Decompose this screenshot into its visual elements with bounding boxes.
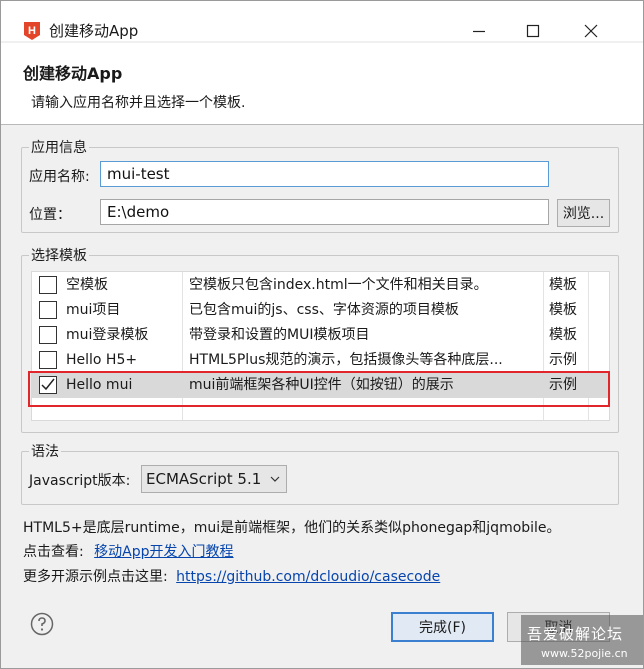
template-description: mui前端框架各种UI控件（如按钮）的展示 [189,377,454,393]
checkmark-icon [41,378,55,391]
hbuilder-logo-icon: H [24,22,40,40]
template-description: 带登录和设置的MUI模板项目 [189,327,370,343]
template-name: Hello mui [66,377,133,393]
template-name: 空模板 [66,277,108,293]
examples-line: 更多开源示例点击这里: https://github.com/dcloudio/… [23,566,440,586]
create-app-dialog: H 创建移动App 创建移动App 请输入应用名称并且选择一个模板. 应用信息 … [0,0,644,669]
template-row[interactable]: Hello H5+ HTML5Plus规范的演示，包括摄像头等各种底层... 示… [32,348,609,373]
examples-link[interactable]: https://github.com/dcloudio/casecode [176,569,440,585]
template-description: 已包含mui的js、css、字体资源的项目模板 [189,302,459,318]
header-description: 请输入应用名称并且选择一个模板. [31,95,246,111]
js-version-label: Javascript版本: [29,473,131,489]
info-line: HTML5+是底层runtime，mui是前端框架，他们的关系类似phonega… [23,520,561,536]
template-checkbox-checked[interactable] [39,376,57,394]
template-description: HTML5Plus规范的演示，包括摄像头等各种底层... [189,352,503,368]
close-button[interactable] [579,19,603,43]
template-name: Hello H5+ [66,352,138,368]
logo-letter: H [28,25,36,37]
minimize-icon [473,30,485,33]
template-type: 模板 [549,302,577,318]
tutorial-link[interactable]: 移动App开发入门教程 [94,544,233,560]
location-input[interactable] [100,199,549,225]
help-icon[interactable] [30,612,54,636]
app-name-label: 应用名称: [29,169,90,185]
template-row-selected[interactable]: Hello mui mui前端框架各种UI控件（如按钮）的展示 示例 [32,373,609,398]
template-table: 空模板 空模板只包含index.html一个文件和相关目录。 模板 mui项目 … [31,271,610,421]
location-label: 位置： [29,207,71,223]
watermark-title: 吾爱破解论坛 [527,625,624,643]
maximize-icon [526,24,540,38]
watermark: 吾爱破解论坛 www.52pojie.cn [521,615,643,665]
tutorial-prefix: 点击查看: [23,544,84,560]
template-row[interactable]: mui项目 已包含mui的js、css、字体资源的项目模板 模板 [32,298,609,323]
js-version-select[interactable]: ECMAScript 5.1 [141,465,287,493]
template-row[interactable]: 空模板 空模板只包含index.html一个文件和相关目录。 模板 [32,273,609,298]
js-version-value: ECMAScript 5.1 [146,470,262,488]
template-checkbox[interactable] [39,351,57,369]
minimize-button[interactable] [467,19,491,43]
app-name-input[interactable] [100,161,549,187]
window-title: 创建移动App [49,22,139,40]
maximize-button[interactable] [521,19,545,43]
watermark-url: www.52pojie.cn [541,647,628,660]
close-icon [584,24,598,38]
syntax-group-title: 语法 [29,441,61,461]
template-checkbox[interactable] [39,301,57,319]
app-info-group-title: 应用信息 [29,137,89,157]
template-type: 模板 [549,277,577,293]
template-group-title: 选择模板 [29,245,89,265]
template-row[interactable]: mui登录模板 带登录和设置的MUI模板项目 模板 [32,323,609,348]
finish-button[interactable]: 完成(F) [391,612,494,642]
chevron-down-icon [270,476,280,482]
template-name: mui项目 [66,302,121,318]
browse-button[interactable]: 浏览... [557,199,610,227]
template-type: 模板 [549,327,577,343]
template-type: 示例 [549,352,577,368]
tutorial-line: 点击查看: 移动App开发入门教程 [23,541,234,561]
template-description: 空模板只包含index.html一个文件和相关目录。 [189,277,488,293]
header-title: 创建移动App [23,64,123,83]
template-name: mui登录模板 [66,327,149,343]
template-type: 示例 [549,377,577,393]
template-checkbox[interactable] [39,276,57,294]
template-checkbox[interactable] [39,326,57,344]
title-bar: H 创建移动App [1,1,643,41]
dialog-header: 创建移动App 请输入应用名称并且选择一个模板. [1,43,643,125]
examples-prefix: 更多开源示例点击这里: [23,569,168,585]
